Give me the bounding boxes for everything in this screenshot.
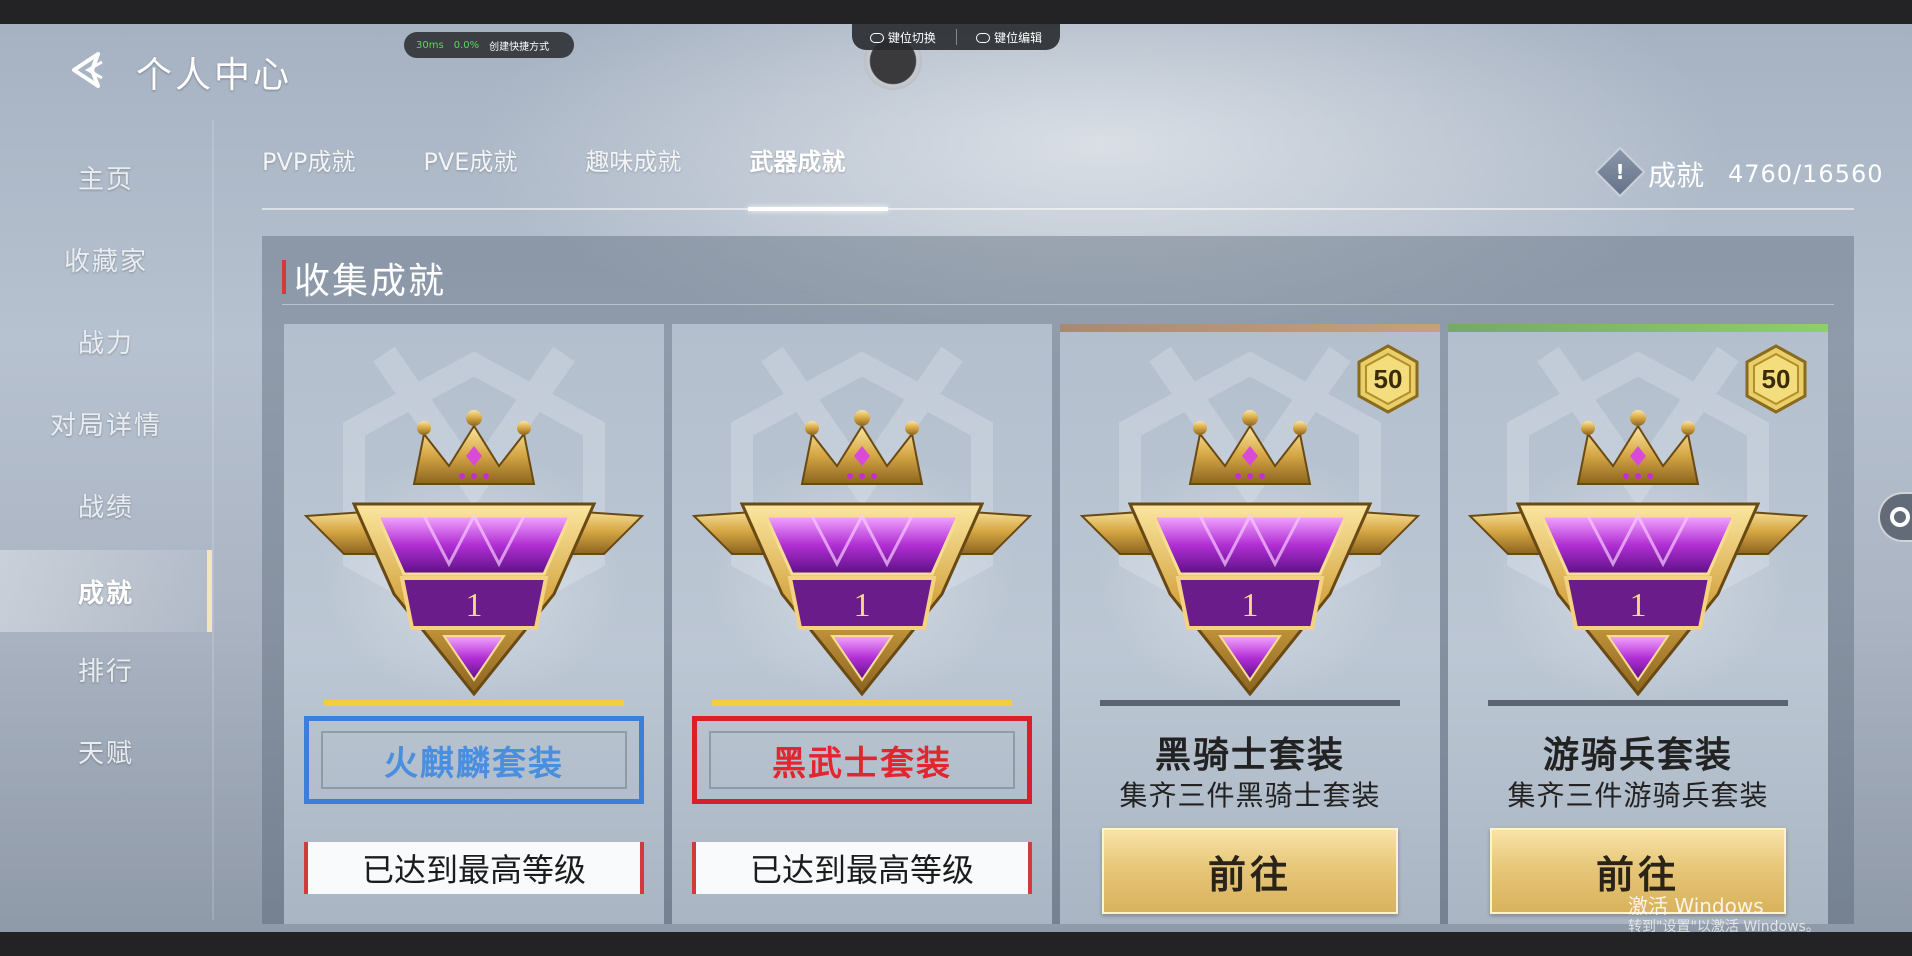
achievement-card-4[interactable]: 50 游骑兵套装 集齐三件游骑兵套装 前往 [1448, 324, 1828, 924]
tab-pvp[interactable]: PVP成就 [262, 142, 355, 186]
sidebar-item-ranking[interactable]: 排行 [0, 628, 212, 710]
sidebar-divider [212, 120, 214, 920]
achievement-score-value: 4760/16560 [1728, 160, 1884, 188]
sidebar-item-match-details[interactable]: 对局详情 [0, 382, 212, 464]
achievement-tabs: PVP成就 PVE成就 趣味成就 武器成就 [262, 142, 913, 186]
card-divider [712, 700, 1012, 706]
points-badge-value: 50 [1374, 364, 1403, 394]
achievement-card-1[interactable]: 火麒麟套装 已达到最高等级 [284, 324, 664, 924]
performance-overlay[interactable]: 30ms 0.0% 创建快捷方式 [404, 32, 574, 58]
section-title: 收集成就 [294, 261, 447, 302]
packet-loss-value: 0.0% [453, 39, 480, 51]
key-switch-label: 键位切换 [887, 30, 936, 45]
sidebar-item-record[interactable]: 战绩 [0, 464, 212, 546]
card-divider [324, 700, 624, 706]
window-bottom-frame [0, 932, 1912, 956]
card-divider [1100, 700, 1400, 706]
tab-underline [262, 208, 1854, 210]
achievement-score-label: 成就 [1648, 159, 1705, 192]
points-badge-value: 50 [1762, 364, 1791, 394]
info-diamond-icon[interactable]: ! [1594, 146, 1646, 198]
ping-value: 30ms [416, 39, 444, 51]
create-shortcut-button[interactable]: 创建快捷方式 [489, 38, 549, 53]
section-divider [282, 304, 1834, 305]
suit-name-box: 黑武士套装 [692, 716, 1032, 804]
tab-fun[interactable]: 趣味成就 [585, 142, 681, 186]
window-top-frame [0, 0, 1912, 24]
suit-description: 集齐三件游骑兵套装 [1507, 779, 1769, 812]
gamepad-icon [869, 33, 884, 43]
go-button[interactable]: 前往 [1102, 828, 1398, 914]
card-progress-bar [1448, 324, 1828, 332]
card-progress-bar [1060, 324, 1440, 332]
suit-description: 集齐三件黑骑士套装 [1119, 779, 1381, 812]
suit-name-box: 火麒麟套装 [304, 716, 644, 804]
gamepad-icon [976, 33, 991, 43]
side-float-button[interactable] [1878, 492, 1912, 542]
max-level-label: 已达到最高等级 [304, 842, 644, 894]
toolbar-separator [955, 29, 957, 45]
tab-weapon[interactable]: 武器成就 [749, 142, 845, 186]
rank-emblem-icon [692, 408, 1032, 696]
rank-emblem-icon [1080, 408, 1420, 696]
key-switch-button[interactable]: 键位切换 [869, 29, 936, 46]
key-edit-label: 键位编辑 [994, 30, 1043, 45]
card-divider [1488, 700, 1788, 706]
windows-activation-title: 激活 Windows [1628, 894, 1764, 918]
sidebar-item-achievements[interactable]: 成就 [0, 550, 212, 632]
rank-emblem-icon [1468, 408, 1808, 696]
sidebar-item-talent[interactable]: 天赋 [0, 710, 212, 792]
ring-icon [1890, 507, 1910, 527]
sidebar-item-home[interactable]: 主页 [0, 136, 212, 218]
sidebar-item-collector[interactable]: 收藏家 [0, 218, 212, 300]
suit-name: 游骑兵套装 [1542, 735, 1733, 776]
windows-activation-sub: 转到"设置"以激活 Windows。 [1628, 919, 1820, 932]
suit-name: 黑骑士套装 [1154, 735, 1345, 776]
max-level-label: 已达到最高等级 [692, 842, 1032, 894]
section-accent-bar [282, 260, 286, 294]
sidebar: 主页 收藏家 战力 对局详情 战绩 成就 排行 天赋 [0, 112, 212, 932]
page-title: 个人中心 [136, 55, 293, 96]
achievement-card-3[interactable]: 50 黑骑士套装 集齐三件黑骑士套装 前往 [1060, 324, 1440, 924]
tab-pve[interactable]: PVE成就 [423, 142, 517, 186]
key-edit-button[interactable]: 键位编辑 [976, 29, 1042, 46]
keymap-toolbar: 键位切换 键位编辑 [852, 24, 1060, 50]
achievement-card-2[interactable]: 黑武士套装 已达到最高等级 [672, 324, 1052, 924]
tab-active-indicator [748, 207, 888, 211]
rank-emblem-icon [304, 408, 644, 696]
game-screen: 30ms 0.0% 创建快捷方式 键位切换 键位编辑 个人中心 主页 收藏家 战… [0, 24, 1912, 932]
sidebar-item-power[interactable]: 战力 [0, 300, 212, 382]
back-arrow-icon[interactable] [68, 50, 108, 90]
